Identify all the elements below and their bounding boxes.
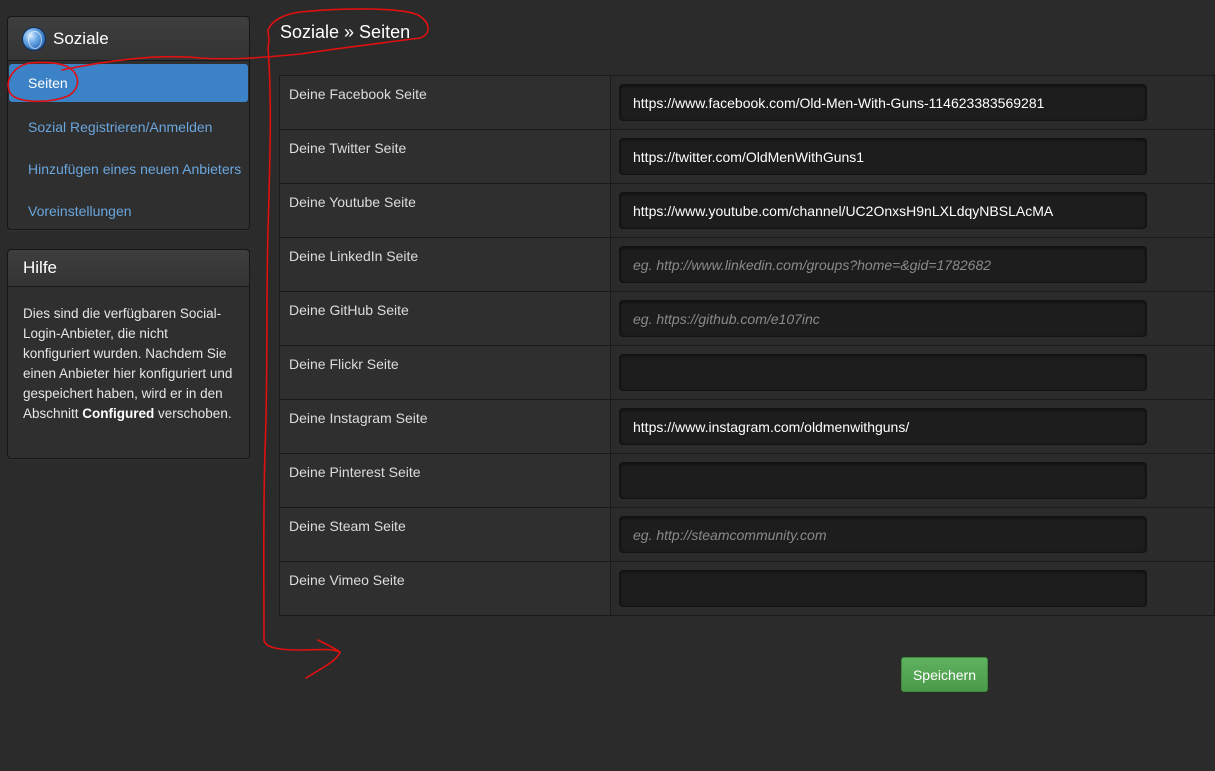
setting-field-cell	[610, 561, 1215, 616]
page-url-input[interactable]	[619, 408, 1147, 445]
settings-row: Deine Youtube Seite	[279, 183, 1215, 238]
setting-label: Deine Youtube Seite	[279, 183, 611, 238]
sidebar-nav-panel: Soziale Seiten Sozial Registrieren/Anmel…	[7, 16, 250, 230]
settings-row: Deine LinkedIn Seite	[279, 237, 1215, 292]
settings-row: Deine GitHub Seite	[279, 291, 1215, 346]
settings-row: Deine Flickr Seite	[279, 345, 1215, 400]
help-text-before: Dies sind die verfügbaren Social-Login-A…	[23, 306, 233, 421]
settings-row: Deine Facebook Seite	[279, 75, 1215, 130]
help-text-after: verschoben.	[154, 406, 232, 421]
setting-field-cell	[610, 183, 1215, 238]
page-url-input[interactable]	[619, 300, 1147, 337]
page-url-input[interactable]	[619, 192, 1147, 229]
page-url-input[interactable]	[619, 246, 1147, 283]
setting-field-cell	[610, 237, 1215, 292]
sidebar-item-seiten[interactable]: Seiten	[9, 64, 248, 102]
page-url-input[interactable]	[619, 516, 1147, 553]
page-url-input[interactable]	[619, 84, 1147, 121]
settings-row: Deine Steam Seite	[279, 507, 1215, 562]
help-title: Hilfe	[23, 258, 58, 277]
sidebar-item-social-login[interactable]: Sozial Registrieren/Anmelden	[9, 106, 247, 148]
setting-label: Deine Facebook Seite	[279, 75, 611, 130]
setting-field-cell	[610, 453, 1215, 508]
page-url-input[interactable]	[619, 462, 1147, 499]
sidebar-item-add-provider[interactable]: Hinzufügen eines neuen Anbieters	[9, 148, 247, 190]
page-url-input[interactable]	[619, 354, 1147, 391]
help-text: Dies sind die verfügbaren Social-Login-A…	[8, 287, 249, 424]
setting-field-cell	[610, 507, 1215, 562]
settings-row: Deine Twitter Seite	[279, 129, 1215, 184]
settings-row: Deine Pinterest Seite	[279, 453, 1215, 508]
setting-field-cell	[610, 129, 1215, 184]
settings-row: Deine Instagram Seite	[279, 399, 1215, 454]
help-header: Hilfe	[8, 250, 249, 287]
help-text-bold: Configured	[82, 406, 155, 421]
setting-label: Deine Steam Seite	[279, 507, 611, 562]
setting-label: Deine Twitter Seite	[279, 129, 611, 184]
save-button[interactable]: Speichern	[901, 657, 988, 692]
setting-label: Deine Instagram Seite	[279, 399, 611, 454]
setting-field-cell	[610, 75, 1215, 130]
globe-icon	[23, 27, 45, 50]
setting-field-cell	[610, 291, 1215, 346]
page-title: Soziale » Seiten	[280, 22, 411, 42]
setting-field-cell	[610, 399, 1215, 454]
settings-row: Deine Vimeo Seite	[279, 561, 1215, 616]
setting-label: Deine Vimeo Seite	[279, 561, 611, 616]
annotation-arrow-head	[317, 639, 341, 653]
setting-field-cell	[610, 345, 1215, 400]
page-url-input[interactable]	[619, 138, 1147, 175]
help-panel: Hilfe Dies sind die verfügbaren Social-L…	[7, 249, 250, 459]
setting-label: Deine LinkedIn Seite	[279, 237, 611, 292]
setting-label: Deine Pinterest Seite	[279, 453, 611, 508]
page-url-input[interactable]	[619, 570, 1147, 607]
sidebar-title: Soziale	[53, 28, 109, 48]
sidebar-item-preferences[interactable]: Voreinstellungen	[9, 190, 247, 232]
setting-label: Deine Flickr Seite	[279, 345, 611, 400]
sidebar-header: Soziale	[8, 17, 249, 61]
setting-label: Deine GitHub Seite	[279, 291, 611, 346]
social-pages-table: Deine Facebook SeiteDeine Twitter SeiteD…	[279, 75, 1215, 616]
sidebar-menu: Seiten Sozial Registrieren/Anmelden Hinz…	[8, 61, 249, 232]
